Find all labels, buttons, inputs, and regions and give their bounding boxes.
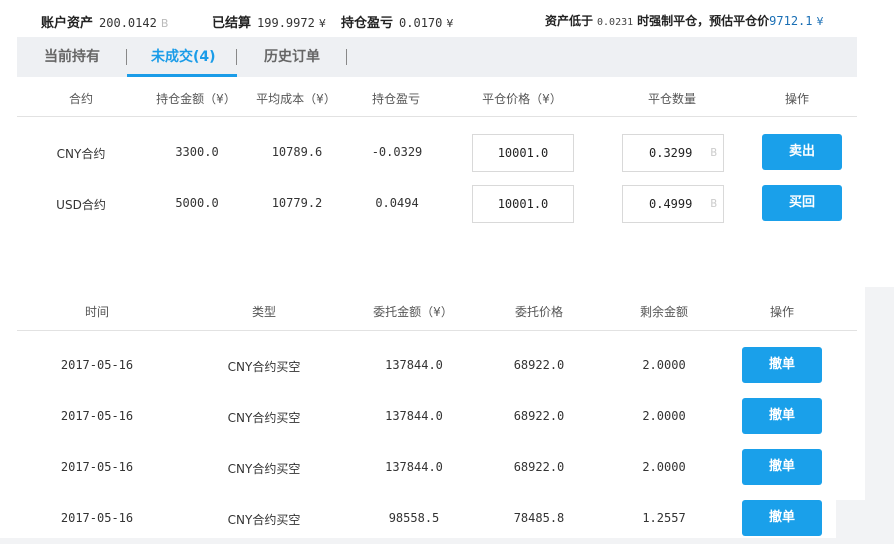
contract-name: CNY合约 <box>56 147 106 161</box>
settled-amount: 已结算 199.9972 ¥ <box>212 12 326 31</box>
assets-label: 账户资产 <box>41 16 94 31</box>
page-background <box>836 500 865 544</box>
position-pnl: -0.0329 <box>371 145 423 159</box>
col-contract: 合约 <box>68 92 94 106</box>
account-summary: 账户资产 200.0142 B 已结算 199.9972 ¥ 持仓盈亏 0.0170 ¥ 资… <box>0 0 894 38</box>
tab-divider <box>236 49 237 65</box>
tab-bar: 当前持有 未成交(4) 历史订单 <box>17 37 857 77</box>
close-price-input[interactable]: 10001.0 <box>472 134 574 172</box>
liquidation-info: 资产低于 0.0231 时强制平仓，预估平仓价9712.1 ¥ <box>545 12 824 29</box>
orders-table-header: 时间 类型 委托金额（¥） 委托价格 剩余金额 操作 <box>17 290 857 331</box>
close-price-input[interactable]: 10001.0 <box>472 185 574 223</box>
btc-unit-icon: B <box>160 17 169 30</box>
liq-price: 9712.1 <box>769 14 813 28</box>
cancel-order-button[interactable]: 撤单 <box>742 449 822 485</box>
close-qty-value: 0.3299 <box>649 146 693 160</box>
tab-order-history[interactable]: 历史订单 <box>264 37 320 77</box>
order-amount: 137844.0 <box>385 358 443 372</box>
order-remaining: 1.2557 <box>642 511 686 525</box>
order-amount: 137844.0 <box>385 460 443 474</box>
order-amount: 98558.5 <box>388 511 440 525</box>
order-price: 68922.0 <box>513 460 565 474</box>
buy-back-button[interactable]: 买回 <box>762 185 842 221</box>
settled-label: 已结算 <box>212 16 252 31</box>
account-assets: 账户资产 200.0142 B <box>41 12 168 31</box>
tab-divider <box>126 49 127 65</box>
col-order-price: 委托价格 <box>514 305 564 319</box>
order-time: 2017-05-16 <box>60 409 134 423</box>
order-type: CNY合约买空 <box>227 360 301 374</box>
order-price: 78485.8 <box>513 511 565 525</box>
order-price: 68922.0 <box>513 409 565 423</box>
pnl-label: 持仓盈亏 <box>341 16 394 31</box>
settled-unit: ¥ <box>318 17 326 30</box>
position-amount: 5000.0 <box>175 196 219 210</box>
cancel-order-button[interactable]: 撤单 <box>742 500 822 536</box>
tab-current-holdings[interactable]: 当前持有 <box>44 37 100 77</box>
liq-middle: 时强制平仓，预估平仓价 <box>637 14 770 28</box>
order-remaining: 2.0000 <box>642 460 686 474</box>
close-qty-input[interactable]: 0.3299 B <box>622 134 724 172</box>
positions-table-header: 合约 持仓金额（¥） 平均成本（¥） 持仓盈亏 平仓价格（¥） 平仓数量 操作 <box>17 77 857 117</box>
page-margin-right <box>857 0 894 290</box>
liq-prefix: 资产低于 <box>545 14 594 28</box>
order-remaining: 2.0000 <box>642 358 686 372</box>
btc-unit-icon: B <box>710 197 717 210</box>
col-position-pnl: 持仓盈亏 <box>371 92 421 106</box>
pnl-value: 0.0170 <box>399 16 443 30</box>
page-background <box>0 538 836 544</box>
col-close-qty: 平仓数量 <box>647 92 697 106</box>
close-qty-value: 0.4999 <box>649 197 693 211</box>
close-qty-input[interactable]: 0.4999 B <box>622 185 724 223</box>
btc-unit-icon: B <box>710 146 717 159</box>
order-type: CNY合约买空 <box>227 462 301 476</box>
col-order-action: 操作 <box>769 305 795 319</box>
sell-button[interactable]: 卖出 <box>762 134 842 170</box>
order-type: CNY合约买空 <box>227 411 301 425</box>
position-pnl: 持仓盈亏 0.0170 ¥ <box>341 12 453 31</box>
position-amount: 3300.0 <box>175 145 219 159</box>
cancel-order-button[interactable]: 撤单 <box>742 347 822 383</box>
order-time: 2017-05-16 <box>60 358 134 372</box>
pnl-unit: ¥ <box>446 17 454 30</box>
order-type: CNY合约买空 <box>227 513 301 527</box>
page-margin-left <box>0 0 17 544</box>
order-time: 2017-05-16 <box>60 511 134 525</box>
avg-cost: 10789.6 <box>271 145 323 159</box>
col-time: 时间 <box>84 305 110 319</box>
order-remaining: 2.0000 <box>642 409 686 423</box>
avg-cost: 10779.2 <box>271 196 323 210</box>
col-position-amount: 持仓金额（¥） <box>156 92 236 106</box>
liq-threshold: 0.0231 <box>597 17 634 28</box>
order-amount: 137844.0 <box>385 409 443 423</box>
col-action: 操作 <box>784 92 810 106</box>
order-time: 2017-05-16 <box>60 460 134 474</box>
col-order-amount: 委托金额（¥） <box>373 305 453 319</box>
col-type: 类型 <box>251 305 277 319</box>
col-remaining: 剩余金额 <box>639 305 689 319</box>
col-close-price: 平仓价格（¥） <box>482 92 562 106</box>
liq-unit: ¥ <box>816 15 824 28</box>
page-background <box>865 287 894 544</box>
contract-name: USD合约 <box>56 198 106 212</box>
assets-value: 200.0142 <box>99 16 157 30</box>
order-price: 68922.0 <box>513 358 565 372</box>
col-avg-cost: 平均成本（¥） <box>256 92 336 106</box>
settled-value: 199.9972 <box>257 16 315 30</box>
position-pnl: 0.0494 <box>375 196 419 210</box>
cancel-order-button[interactable]: 撤单 <box>742 398 822 434</box>
tab-open-orders[interactable]: 未成交(4) <box>151 37 216 77</box>
tab-divider <box>346 49 347 65</box>
